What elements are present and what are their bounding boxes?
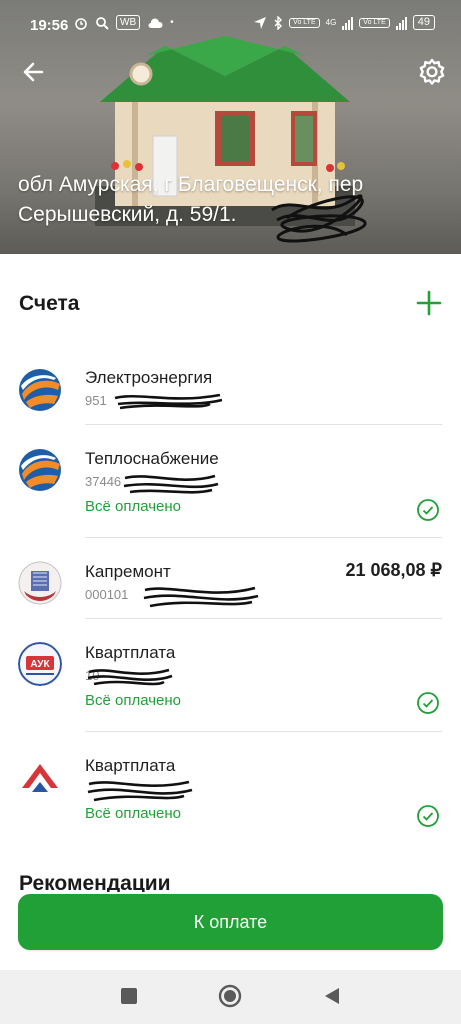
network-4g: 4G — [325, 18, 337, 27]
redaction-scribble — [87, 668, 173, 686]
gear-icon[interactable] — [416, 56, 448, 88]
signal-icon-2 — [395, 16, 407, 30]
status-time: 19:56 — [30, 17, 69, 34]
status-paid: Всё оплачено — [85, 805, 182, 822]
status-paid: Всё оплачено — [85, 498, 182, 515]
account-name: Электроэнергия — [85, 368, 213, 387]
arrow-left-icon[interactable] — [20, 58, 48, 86]
divider — [85, 618, 442, 619]
capital-repair-logo — [18, 561, 62, 605]
redaction-scribble — [271, 194, 367, 243]
redaction-scribble — [114, 393, 223, 410]
section-title-accounts: Счета — [19, 292, 80, 315]
account-name: Капремонт — [85, 562, 171, 581]
account-name: Теплоснабжение — [85, 449, 219, 468]
check-circle-icon — [417, 805, 439, 827]
check-circle-icon — [417, 499, 439, 521]
account-name: Квартплата — [85, 643, 176, 662]
redaction-scribble — [143, 586, 259, 608]
back-triangle-icon[interactable] — [322, 986, 342, 1006]
account-number: 000101 — [85, 587, 129, 602]
search-icon — [96, 16, 109, 30]
volte-badge-1: Vo LTE — [289, 17, 320, 28]
wb-badge: WB — [116, 15, 141, 30]
location-icon — [254, 16, 267, 29]
status-icons-left: WB • — [74, 15, 174, 30]
cloud-icon — [148, 17, 163, 28]
account-name: Квартплата — [85, 756, 176, 775]
heat-logo — [19, 449, 61, 491]
pay-button[interactable]: К оплате — [18, 894, 443, 950]
svg-text:АУК: АУК — [30, 659, 50, 670]
account-amount: 21 068,08 ₽ — [345, 560, 442, 580]
account-number: 951 — [85, 393, 107, 408]
status-bar: 19:56 WB • Vo LTE 4G Vo LTE 49 — [0, 0, 461, 50]
section-title-recommendations: Рекомендации — [19, 872, 171, 892]
accounts-panel — [0, 254, 461, 970]
check-circle-icon — [417, 692, 439, 714]
auk-logo: АУК — [18, 642, 62, 686]
volte-badge-2: Vo LTE — [359, 17, 390, 28]
divider — [85, 731, 442, 732]
dot-icon: • — [170, 17, 174, 28]
account-number: 37446 — [85, 474, 122, 489]
redaction-scribble — [87, 780, 193, 802]
home-icon[interactable] — [218, 984, 242, 1008]
bluetooth-icon — [274, 15, 283, 30]
status-icons-right: Vo LTE 4G Vo LTE 49 — [253, 15, 435, 30]
battery-indicator: 49 — [412, 15, 435, 30]
energy-logo — [19, 369, 61, 411]
address-title: обл Амурская, г Благовещенск, пер Серыше… — [18, 173, 364, 226]
redaction-scribble — [123, 474, 219, 494]
management-company-logo — [18, 754, 62, 798]
recent-apps-icon[interactable] — [121, 988, 137, 1004]
signal-icon-1 — [342, 16, 354, 30]
alarm-icon — [75, 17, 87, 30]
plus-icon[interactable] — [416, 290, 442, 316]
divider — [85, 424, 442, 425]
status-paid: Всё оплачено — [85, 692, 182, 709]
divider — [85, 537, 442, 538]
